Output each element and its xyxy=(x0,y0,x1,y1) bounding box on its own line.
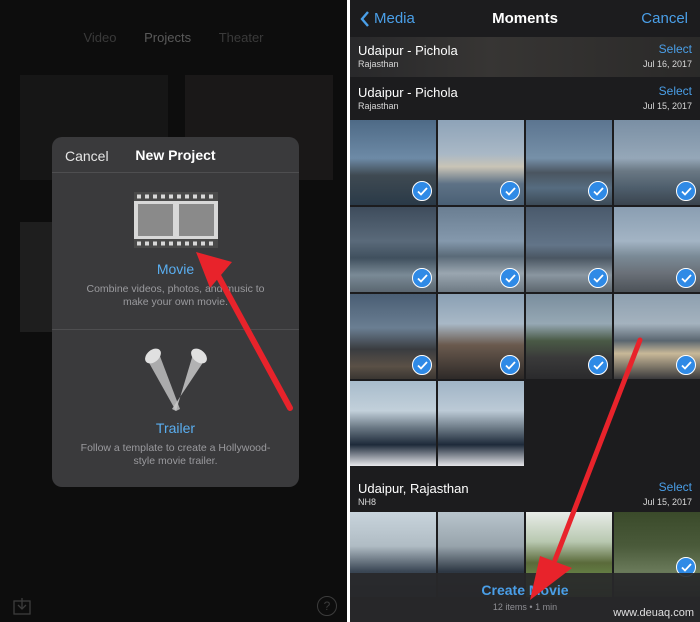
checkmark-icon xyxy=(676,355,696,375)
photo-thumbnail[interactable] xyxy=(614,120,700,205)
photo-thumbnail[interactable] xyxy=(526,207,612,292)
movie-option-title: Movie xyxy=(156,261,195,277)
photo-thumbnail[interactable] xyxy=(350,381,436,466)
photo-grid xyxy=(350,120,700,466)
photo-thumbnail[interactable] xyxy=(438,120,524,205)
moment-header: Udaipur, Rajasthan NH8 Select Jul 15, 20… xyxy=(350,475,700,515)
moment-date: Jul 15, 2017 xyxy=(642,101,692,111)
imovie-projects-screen: Video Projects Theater Cancel New Projec… xyxy=(0,0,347,622)
cancel-button[interactable]: Cancel xyxy=(641,10,688,27)
top-tab-bar: Video Projects Theater xyxy=(0,30,347,45)
tab-projects[interactable]: Projects xyxy=(144,30,191,45)
moment-title: Udaipur - Pichola xyxy=(358,85,458,100)
checkmark-icon xyxy=(500,268,520,288)
moments-picker-screen: Media Moments Cancel Udaipur - Pichola R… xyxy=(350,0,700,622)
moment-select-button[interactable]: Select xyxy=(659,84,692,98)
dialog-header: Cancel New Project xyxy=(52,137,299,173)
photo-thumbnail[interactable] xyxy=(438,207,524,292)
photo-thumbnail[interactable] xyxy=(350,120,436,205)
moment-date: Jul 16, 2017 xyxy=(642,59,692,69)
trailer-option-title: Trailer xyxy=(155,420,196,436)
new-project-dialog: Cancel New Project Movie Combine videos,… xyxy=(52,137,299,487)
watermark: www.deuaq.com xyxy=(613,607,694,619)
moment-header: Udaipur - Pichola Rajasthan Select Jul 1… xyxy=(350,37,700,77)
movie-option[interactable]: Movie Combine videos, photos, and music … xyxy=(52,174,299,330)
film-strip-icon xyxy=(133,192,218,248)
checkmark-icon xyxy=(676,268,696,288)
checkmark-icon xyxy=(588,355,608,375)
checkmark-icon xyxy=(676,181,696,201)
trailer-option[interactable]: Trailer Follow a template to create a Ho… xyxy=(52,331,299,487)
photo-thumbnail[interactable] xyxy=(526,120,612,205)
moment-location: Rajasthan xyxy=(358,101,399,111)
checkmark-icon xyxy=(500,355,520,375)
tab-video[interactable]: Video xyxy=(83,30,116,45)
photo-thumbnail[interactable] xyxy=(350,207,436,292)
moment-date: Jul 15, 2017 xyxy=(642,497,692,507)
photo-thumbnail[interactable] xyxy=(614,294,700,379)
moment-location: NH8 xyxy=(358,497,377,507)
moment-title: Udaipur, Rajasthan xyxy=(358,481,469,496)
checkmark-icon xyxy=(588,268,608,288)
moment-select-button[interactable]: Select xyxy=(659,42,692,56)
import-icon[interactable] xyxy=(13,597,31,615)
checkmark-icon xyxy=(412,268,432,288)
spotlights-icon xyxy=(144,348,207,411)
dialog-title: New Project xyxy=(135,147,216,163)
moment-select-button[interactable]: Select xyxy=(659,480,692,494)
navigation-bar: Media Moments Cancel xyxy=(350,0,700,37)
background-project-thumb xyxy=(20,222,55,332)
create-movie-button[interactable]: Create Movie xyxy=(350,582,700,598)
checkmark-icon xyxy=(412,355,432,375)
help-icon[interactable]: ? xyxy=(317,596,337,616)
photo-thumbnail[interactable] xyxy=(614,207,700,292)
movie-option-description: Combine videos, photos, and music to mak… xyxy=(86,283,265,308)
moment-header: Udaipur - Pichola Rajasthan Select Jul 1… xyxy=(350,79,700,119)
photo-thumbnail[interactable] xyxy=(526,294,612,379)
photo-thumbnail[interactable] xyxy=(438,294,524,379)
checkmark-icon xyxy=(588,181,608,201)
checkmark-icon xyxy=(412,181,432,201)
trailer-option-description: Follow a template to create a Hollywood-… xyxy=(80,442,271,467)
checkmark-icon xyxy=(500,181,520,201)
photo-thumbnail[interactable] xyxy=(350,294,436,379)
tab-theater[interactable]: Theater xyxy=(219,30,264,45)
moment-title: Udaipur - Pichola xyxy=(358,43,458,58)
photo-thumbnail[interactable] xyxy=(438,381,524,466)
moment-location: Rajasthan xyxy=(358,59,399,69)
